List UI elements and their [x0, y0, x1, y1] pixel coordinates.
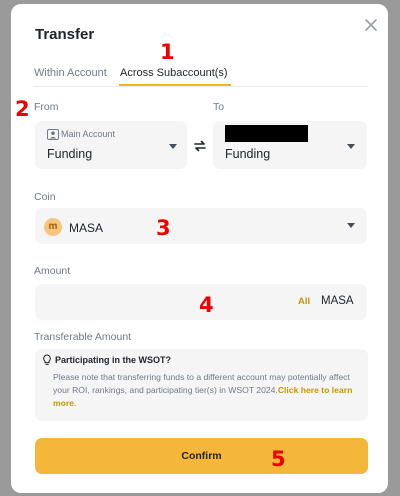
masa-coin-icon: m — [44, 218, 62, 236]
from-account-type: Main Account — [61, 129, 116, 139]
tab-across-subaccounts[interactable]: Across Subaccount(s) — [120, 67, 228, 79]
wsot-notice: Participating in the WSOT? Please note t… — [35, 349, 368, 421]
tab-divider — [33, 86, 368, 87]
transfer-dialog: Transfer Within Account Across Subaccoun… — [11, 4, 388, 493]
amount-unit: MASA — [321, 295, 354, 307]
coin-value: MASA — [69, 221, 104, 235]
chevron-down-icon — [169, 144, 177, 149]
chevron-down-icon — [347, 144, 355, 149]
annotation-2: 2 — [15, 97, 30, 121]
notice-end: . — [74, 398, 77, 408]
annotation-4: 4 — [199, 293, 214, 317]
annotation-3: 3 — [156, 216, 171, 240]
account-icon — [47, 129, 59, 140]
confirm-button[interactable]: Confirm — [35, 438, 368, 474]
transferable-amount-label: Transferable Amount — [34, 331, 132, 343]
wsot-notice-title: Participating in the WSOT? — [55, 355, 172, 365]
to-wallet-value: Funding — [225, 147, 271, 161]
max-all-button[interactable]: All — [298, 296, 310, 307]
chevron-down-icon — [347, 223, 355, 228]
from-wallet-value: Funding — [47, 147, 93, 161]
amount-label: Amount — [34, 265, 71, 277]
from-label: From — [34, 101, 59, 113]
to-label: To — [213, 101, 225, 113]
annotation-1: 1 — [160, 40, 175, 64]
lightbulb-icon — [43, 354, 51, 365]
swap-icon[interactable] — [192, 138, 208, 154]
tab-within-account[interactable]: Within Account — [34, 67, 107, 79]
coin-label: Coin — [34, 191, 56, 203]
redacted-account-name — [225, 125, 308, 142]
annotation-5: 5 — [271, 447, 286, 471]
from-account-select[interactable]: Main Account Funding — [35, 121, 187, 169]
dialog-title: Transfer — [35, 26, 95, 43]
close-icon[interactable] — [360, 14, 382, 36]
wsot-notice-text: Please note that transferring funds to a… — [53, 371, 363, 410]
